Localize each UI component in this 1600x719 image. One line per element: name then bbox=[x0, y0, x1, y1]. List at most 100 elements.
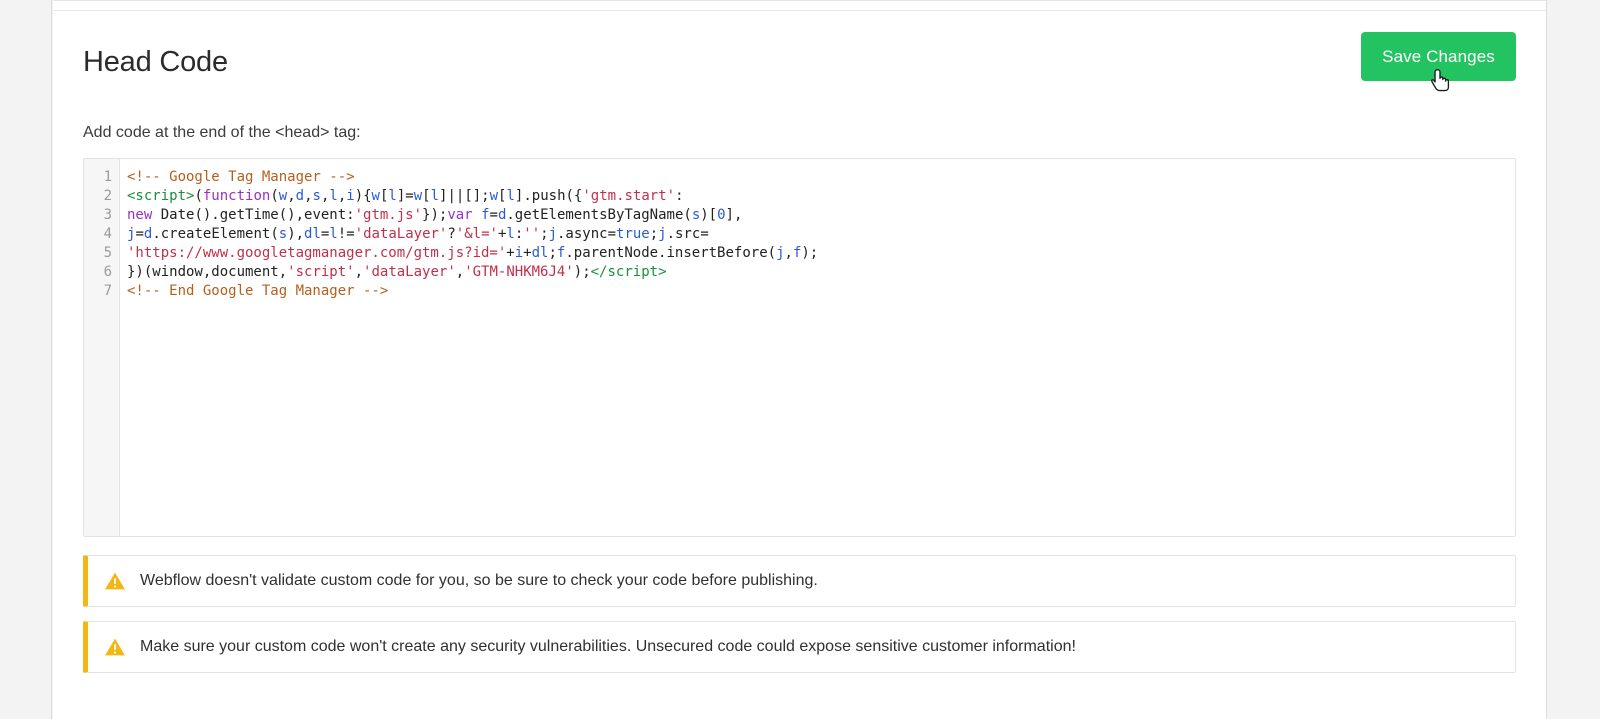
head-code-panel: Head Code Save Changes Add code at the e… bbox=[53, 0, 1546, 719]
code-token: 'https://www.googletagmanager.com/gtm.js… bbox=[127, 245, 507, 262]
code-token: , bbox=[304, 188, 313, 205]
code-token: w bbox=[413, 188, 423, 205]
code-token: > bbox=[658, 264, 667, 281]
code-token: ){ bbox=[354, 188, 372, 205]
code-line[interactable]: })(window,document,'script','dataLayer',… bbox=[127, 263, 1515, 282]
editor-code-area[interactable]: <!-- Google Tag Manager --> <script>(func… bbox=[120, 159, 1515, 536]
code-token: l bbox=[388, 188, 397, 205]
code-token: ( bbox=[194, 188, 203, 205]
code-token: s bbox=[312, 188, 321, 205]
code-token: .src= bbox=[666, 226, 709, 243]
code-token: : bbox=[514, 226, 524, 243]
code-token: d bbox=[295, 188, 305, 205]
code-token: 'script' bbox=[287, 264, 355, 281]
code-token: ; bbox=[548, 245, 557, 262]
editor-line-number-gutter: 1 2 3 4 5 6 7 bbox=[84, 159, 120, 537]
code-token: j bbox=[776, 245, 785, 262]
code-token: + bbox=[506, 245, 515, 262]
panel-content: Head Code Save Changes Add code at the e… bbox=[53, 12, 1546, 687]
left-nav-rail bbox=[0, 0, 52, 719]
page-title: Head Code bbox=[83, 46, 228, 78]
code-token: = bbox=[489, 207, 498, 224]
page-header: Head Code Save Changes bbox=[83, 12, 1516, 122]
code-token: )[ bbox=[700, 207, 718, 224]
code-token: ); bbox=[801, 245, 819, 262]
code-token: ); bbox=[573, 264, 591, 281]
code-token: }); bbox=[422, 207, 448, 224]
line-number: 5 bbox=[103, 245, 112, 262]
code-token: '&l=' bbox=[455, 226, 498, 243]
code-token: != bbox=[337, 226, 355, 243]
warning-triangle-icon bbox=[104, 571, 126, 591]
head-code-editor[interactable]: 1 2 3 4 5 6 7 <!-- Google Tag Manager --> <scri… bbox=[83, 158, 1516, 538]
code-line[interactable]: <!-- End Google Tag Manager --> bbox=[127, 282, 1515, 301]
code-token: 'gtm.start' bbox=[582, 188, 676, 205]
code-token: dl bbox=[531, 245, 549, 262]
code-token: , bbox=[337, 188, 347, 205]
code-token: Date().getTime(),event: bbox=[152, 207, 355, 224]
code-token: : bbox=[675, 188, 684, 205]
code-token: l bbox=[329, 226, 338, 243]
code-token: dl bbox=[304, 226, 321, 243]
save-changes-button[interactable]: Save Changes bbox=[1361, 32, 1516, 81]
line-number: 4 bbox=[103, 226, 112, 243]
instruction-label: Add code at the end of the <head> tag: bbox=[83, 124, 361, 141]
warning-triangle-icon bbox=[104, 637, 126, 657]
right-panel-rail bbox=[1546, 0, 1600, 719]
code-token: <!-- Google Tag Manager --> bbox=[127, 169, 355, 186]
code-token: l bbox=[506, 188, 515, 205]
code-token: i bbox=[346, 188, 355, 205]
code-token: + bbox=[523, 245, 532, 262]
code-token: true bbox=[616, 226, 650, 243]
code-line[interactable]: 'https://www.googletagmanager.com/gtm.js… bbox=[127, 244, 1515, 263]
code-token: ), bbox=[287, 226, 305, 243]
code-token: <script> bbox=[127, 188, 195, 205]
code-token: ( bbox=[270, 188, 279, 205]
code-line[interactable]: new Date().getTime(),event:'gtm.js'});va… bbox=[127, 206, 1515, 225]
line-number: 6 bbox=[103, 264, 112, 281]
code-token: ].push({ bbox=[514, 188, 583, 205]
code-token: .parentNode.insertBefore( bbox=[565, 245, 777, 262]
code-token: l bbox=[329, 188, 338, 205]
code-token: l bbox=[430, 188, 440, 205]
code-token: w bbox=[489, 188, 499, 205]
code-token: ? bbox=[447, 226, 456, 243]
line-number: 2 bbox=[103, 188, 112, 205]
code-line[interactable]: j=d.createElement(s),dl=l!='dataLayer'?'… bbox=[127, 225, 1515, 244]
line-number: 1 bbox=[103, 169, 112, 186]
code-line[interactable]: <script>(function(w,d,s,l,i){w[l]=w[l]||… bbox=[127, 187, 1515, 206]
app-root: Head Code Save Changes Add code at the e… bbox=[0, 0, 1600, 719]
code-token: ]||[]; bbox=[439, 188, 490, 205]
code-token: 'dataLayer' bbox=[354, 226, 448, 243]
code-token: 0 bbox=[717, 207, 726, 224]
code-token: new bbox=[127, 207, 153, 224]
code-token: var bbox=[447, 207, 473, 224]
code-token: .async= bbox=[557, 226, 617, 243]
code-token: [ bbox=[422, 188, 431, 205]
code-line[interactable]: <!-- Google Tag Manager --> bbox=[127, 168, 1515, 187]
code-token: j bbox=[658, 226, 667, 243]
code-token: 'GTM-NHKM6J4' bbox=[464, 264, 574, 281]
code-token: = bbox=[135, 226, 144, 243]
code-token: i bbox=[514, 245, 524, 262]
code-token: , bbox=[455, 264, 465, 281]
code-token: , bbox=[784, 245, 793, 262]
warning-text: Webflow doesn't validate custom code for… bbox=[140, 571, 818, 589]
line-number: 7 bbox=[103, 283, 112, 300]
code-token: f bbox=[481, 207, 490, 224]
code-token: .createElement( bbox=[152, 226, 279, 243]
code-token: function bbox=[202, 188, 271, 205]
code-token: .getElementsByTagName( bbox=[506, 207, 692, 224]
line-number: 3 bbox=[103, 207, 112, 224]
code-token: l bbox=[506, 226, 515, 243]
warning-banner: Make sure your custom code won't create … bbox=[83, 621, 1516, 674]
code-token: })(window,document, bbox=[127, 264, 288, 281]
code-token: '' bbox=[523, 226, 541, 243]
panel-top-divider bbox=[53, 1, 1546, 11]
code-token: </script bbox=[590, 264, 659, 281]
code-token: w bbox=[371, 188, 380, 205]
code-token: , bbox=[287, 188, 296, 205]
code-token: s bbox=[691, 207, 701, 224]
code-token: ], bbox=[725, 207, 743, 224]
